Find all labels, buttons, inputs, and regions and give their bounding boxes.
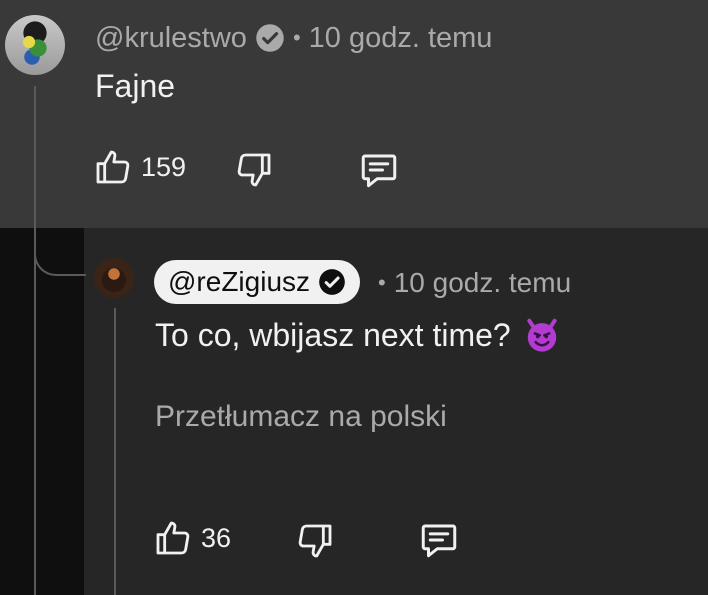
comment-header: @krulestwo • 10 godz. temu (95, 18, 492, 58)
comment-icon (361, 154, 397, 188)
reply-avatar[interactable] (94, 258, 134, 298)
thumbs-down-icon (237, 153, 271, 187)
comment-text: Fajne (95, 68, 176, 104)
reply-text: To co, wbijasz next time? (155, 316, 511, 353)
thumbs-up-icon (96, 150, 130, 184)
reply-button[interactable] (358, 149, 400, 191)
separator: • (378, 270, 386, 295)
thread-connector (34, 228, 86, 276)
reply-like-button[interactable]: 36 (153, 518, 231, 558)
reply-text-row: To co, wbijasz next time? (155, 316, 561, 354)
thumbs-up-icon (156, 521, 190, 555)
reply-meta: • 10 godz. temu (378, 263, 571, 303)
like-button[interactable]: 159 (93, 147, 186, 187)
reply-author-pill[interactable]: @reZigiusz (154, 260, 361, 304)
reply-author[interactable]: @reZigiusz (168, 266, 310, 298)
verified-icon (255, 23, 285, 53)
thread-line (34, 86, 36, 595)
smiling-imp-emoji-icon (527, 318, 557, 352)
dislike-button[interactable] (234, 150, 274, 190)
verified-icon (318, 268, 346, 296)
translate-link[interactable]: Przetłumacz na polski (155, 400, 447, 434)
separator: • (292, 25, 301, 50)
avatar[interactable] (5, 15, 65, 75)
thumbs-down-icon (298, 524, 332, 558)
reply-thread-line (114, 308, 116, 595)
reply-dislike-button[interactable] (295, 521, 335, 561)
like-count: 159 (141, 151, 187, 182)
reply-like-count: 36 (201, 522, 232, 553)
reply-reply-button[interactable] (418, 519, 460, 561)
thread-gutter (0, 228, 84, 595)
comment-author[interactable]: @krulestwo (95, 22, 247, 55)
comment-time[interactable]: 10 godz. temu (309, 22, 493, 55)
comment-icon (421, 524, 457, 558)
reply-time[interactable]: 10 godz. temu (394, 267, 571, 299)
